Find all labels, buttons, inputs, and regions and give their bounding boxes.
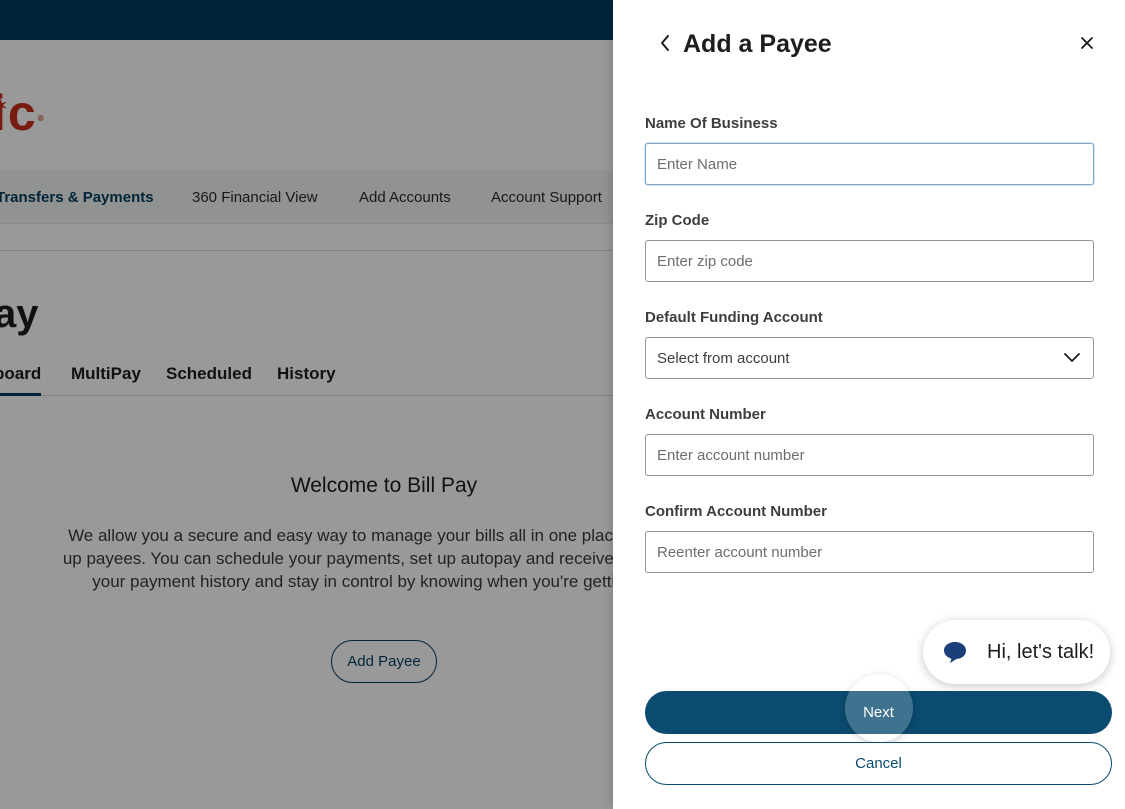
account-number-label: Account Number xyxy=(645,406,766,423)
chevron-left-icon xyxy=(659,34,671,57)
funding-account-select[interactable]: Select from account xyxy=(645,337,1094,379)
panel-title: Add a Payee xyxy=(683,30,832,58)
add-payee-panel: Add a Payee Name Of Business Zip Code De… xyxy=(613,0,1125,809)
confirm-account-number-label: Confirm Account Number xyxy=(645,503,827,520)
business-name-input[interactable] xyxy=(645,143,1094,185)
close-icon xyxy=(1080,36,1094,55)
chat-label: Hi, let's talk! xyxy=(987,640,1095,663)
cancel-button[interactable]: Cancel xyxy=(645,742,1112,785)
confirm-account-number-input[interactable] xyxy=(645,531,1094,573)
business-name-label: Name Of Business xyxy=(645,115,778,132)
funding-account-selected: Select from account xyxy=(657,349,790,367)
background-page: ✶ ic ® Transfers & Payments 360 Financia… xyxy=(0,0,613,809)
funding-account-label: Default Funding Account xyxy=(645,309,823,326)
back-button[interactable] xyxy=(651,30,679,60)
modal-backdrop[interactable] xyxy=(0,0,613,809)
chat-widget-button[interactable]: Hi, let's talk! xyxy=(923,620,1110,684)
zip-code-input[interactable] xyxy=(645,240,1094,282)
close-button[interactable] xyxy=(1075,32,1099,58)
next-button[interactable] xyxy=(645,691,1112,734)
zip-code-label: Zip Code xyxy=(645,212,710,229)
account-number-input[interactable] xyxy=(645,434,1094,476)
chevron-down-icon xyxy=(1062,348,1082,368)
chat-bubble-icon xyxy=(941,638,969,666)
